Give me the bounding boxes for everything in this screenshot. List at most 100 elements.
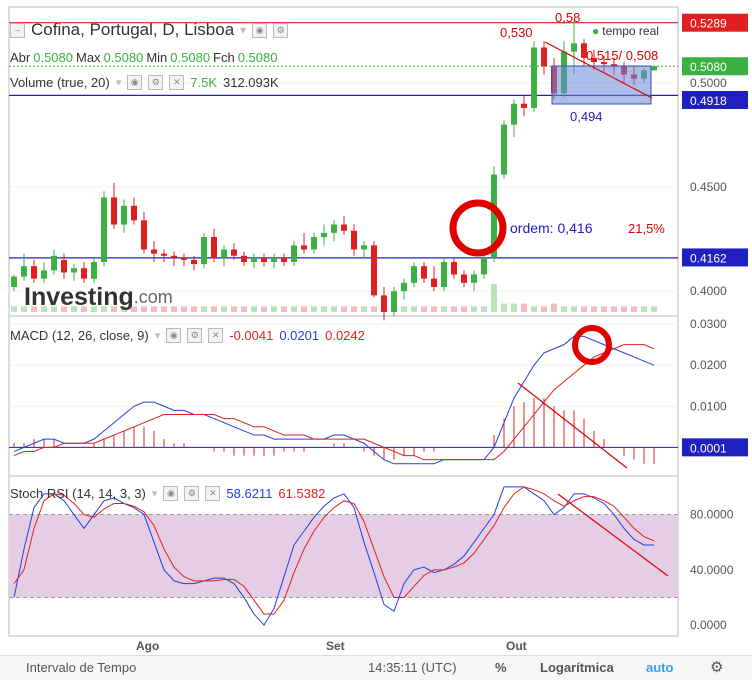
gear-icon[interactable]: ⚙ <box>187 328 203 343</box>
percent-toggle[interactable]: % <box>495 660 507 675</box>
candle-body <box>371 245 377 296</box>
volume-bar <box>621 306 627 312</box>
macd-tick-label: 0.0200 <box>690 358 727 372</box>
open-value: 0.5080 <box>33 50 73 65</box>
candle-body <box>421 266 427 279</box>
candle-body <box>161 253 167 256</box>
chevron-down-icon[interactable]: ▾ <box>240 23 246 37</box>
macd-signal-line <box>13 344 655 461</box>
candle-body <box>261 257 267 263</box>
candle-body <box>501 124 507 175</box>
candle-body <box>481 257 487 275</box>
volume-bar <box>361 306 367 312</box>
candle-body <box>141 220 147 250</box>
date-tick-label: Set <box>326 639 345 653</box>
volume-bar <box>301 306 307 312</box>
volume-bar <box>481 306 487 312</box>
volume-bar <box>511 303 517 312</box>
volume-ma-value: 312.093K <box>223 75 279 90</box>
price-axis-badge-label: 0.4918 <box>690 94 727 108</box>
eye-icon[interactable]: ◉ <box>127 75 143 90</box>
stoch-k-value: 58.6211 <box>226 486 273 501</box>
candle-body <box>441 262 447 288</box>
close-value: 0.5080 <box>237 50 278 65</box>
macd-label: MACD (12, 26, close, 9) <box>10 328 149 343</box>
chevron-down-icon[interactable]: ▾ <box>116 76 122 89</box>
gear-icon[interactable]: ⚙ <box>273 22 289 38</box>
volume-row: Volume (true, 20) ▾ ◉ ⚙ ✕ 7.5K 312.093K <box>10 75 279 90</box>
stoch-header: Stoch RSI (14, 14, 3, 3) ▾ ◉ ⚙ ✕ 58.6211… <box>10 486 325 501</box>
volume-bar <box>491 284 497 312</box>
macd-value: 0.0201 <box>279 328 320 343</box>
gear-icon[interactable]: ⚙ <box>184 486 200 501</box>
candle-body <box>291 245 297 263</box>
volume-bar <box>611 306 617 312</box>
gear-icon[interactable]: ⚙ <box>148 75 164 90</box>
close-icon[interactable]: ✕ <box>205 486 221 501</box>
candle-body <box>11 276 17 288</box>
annot-high-58: 0,58 <box>555 10 580 25</box>
eye-icon[interactable]: ◉ <box>163 486 179 501</box>
close-icon[interactable]: ✕ <box>169 75 185 90</box>
eye-icon[interactable]: ◉ <box>252 22 268 38</box>
candle-body <box>451 262 457 275</box>
volume-bar <box>551 303 557 312</box>
volume-bar <box>191 306 197 312</box>
candle-body <box>321 232 327 238</box>
volume-bar <box>331 306 337 312</box>
candle-body <box>651 66 657 71</box>
price-axis-badge-label: 0.4162 <box>690 251 727 265</box>
chart-canvas: 0.4000 0.4500 0.5000 0.5289 0.5080 0.4918 0.41… <box>8 6 748 653</box>
collapse-icon[interactable]: – <box>10 22 25 38</box>
macd-tick-label: 0.0100 <box>690 399 727 413</box>
volume-bar <box>231 306 237 312</box>
high-label: Max <box>76 50 101 65</box>
chevron-down-icon[interactable]: ▾ <box>152 487 158 500</box>
volume-bar <box>261 306 267 312</box>
chevron-down-icon[interactable]: ▾ <box>155 329 161 342</box>
stoch-label: Stoch RSI (14, 14, 3, 3) <box>10 486 146 501</box>
investing-logo: Investing .com <box>24 283 173 312</box>
close-icon[interactable]: ✕ <box>208 328 224 343</box>
volume-bar <box>341 306 347 312</box>
candle-body <box>191 259 197 265</box>
candle-body <box>311 237 317 250</box>
macd-signal-value: 0.0242 <box>325 328 365 343</box>
auto-toggle[interactable]: auto <box>646 660 673 675</box>
candle-body <box>381 295 387 312</box>
interval-button[interactable]: Intervalo de Tempo <box>26 660 136 675</box>
candle-body <box>51 255 57 271</box>
candle-body <box>201 237 207 265</box>
candle-body <box>471 274 477 283</box>
price-axis-badge-label: 0.5080 <box>690 60 727 74</box>
volume-bar <box>371 306 377 312</box>
stoch-d-value: 61.5382 <box>278 486 326 501</box>
volume-bar <box>251 306 257 312</box>
eye-icon[interactable]: ◉ <box>166 328 182 343</box>
volume-bar <box>411 306 417 312</box>
candle-body <box>221 249 227 258</box>
macd-tick-label: 0.0300 <box>690 317 727 331</box>
volume-bar <box>631 306 637 312</box>
candle-body <box>341 224 347 231</box>
candle-body <box>211 237 217 258</box>
logo-suffix: .com <box>133 287 173 307</box>
volume-bar <box>211 306 217 312</box>
price-pane <box>9 20 678 321</box>
gear-icon[interactable]: ⚙ <box>710 658 723 676</box>
volume-label: Volume (true, 20) <box>10 75 110 90</box>
volume-bar <box>561 306 567 312</box>
stoch-tick-label: 0.0000 <box>690 618 727 632</box>
bottom-toolbar: Intervalo de Tempo 14:35:11 (UTC) % Loga… <box>0 655 752 680</box>
candle-body <box>131 205 137 221</box>
log-toggle[interactable]: Logarítmica <box>540 660 614 675</box>
volume-bar <box>271 306 277 312</box>
volume-bar <box>601 306 607 312</box>
volume-bar <box>531 306 537 312</box>
high-value: 0.5080 <box>103 50 144 65</box>
stoch-tick-label: 80.0000 <box>690 508 734 522</box>
candle-body <box>81 268 87 279</box>
chart-title-row: – Cofina, Portugal, D, Lisboa ▾ ◉ ⚙ <box>10 20 289 40</box>
volume-bar <box>181 306 187 312</box>
volume-bar <box>321 306 327 312</box>
